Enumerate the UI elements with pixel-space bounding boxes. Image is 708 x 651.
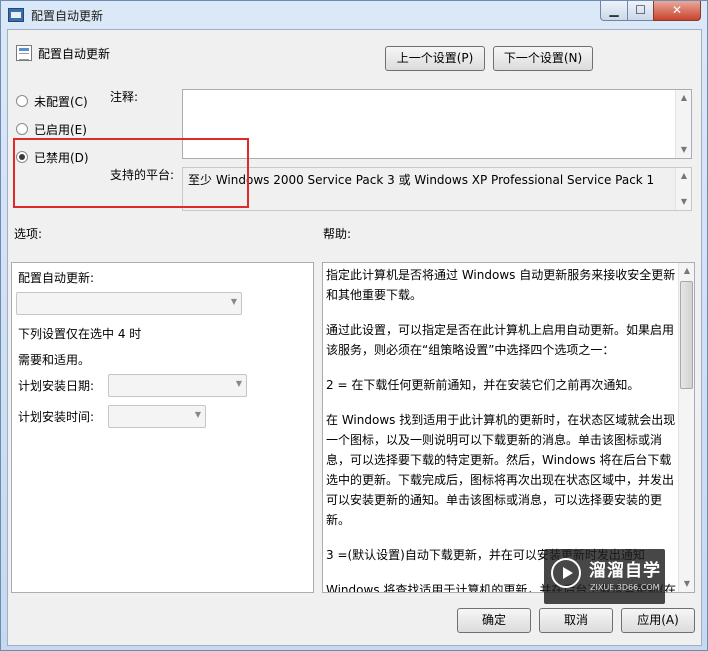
comment-textarea[interactable]: ▲ ▼: [182, 89, 692, 159]
apply-button[interactable]: 应用(A): [621, 608, 695, 633]
configure-updates-select[interactable]: ▼: [16, 292, 242, 315]
platform-field: 至少 Windows 2000 Service Pack 3 或 Windows…: [182, 167, 692, 211]
policy-setting-icon: [16, 45, 32, 61]
chevron-down-icon: ▼: [235, 379, 242, 388]
scroll-down-icon[interactable]: ▼: [679, 576, 694, 592]
radio-not-configured-dot[interactable]: [16, 95, 28, 107]
comment-label: 注释:: [110, 90, 139, 104]
schedule-day-label: 计划安装日期:: [18, 379, 95, 393]
schedule-day-select[interactable]: ▼: [108, 374, 247, 397]
dialog-window: 配置自动更新 ▁ ☐ ✕ 配置自动更新 上一个设置(P) 下一个设置(N) 未配…: [0, 0, 708, 651]
minimize-button[interactable]: ▁: [600, 1, 628, 21]
radio-disabled-dot[interactable]: [16, 151, 28, 163]
radio-not-configured[interactable]: 未配置(C): [16, 93, 106, 109]
help-text: 指定此计算机是否将通过 Windows 自动更新服务来接收安全更新和其他重要下载…: [326, 265, 679, 592]
help-paragraph: 通过此设置，可以指定是否在此计算机上启用自动更新。如果启用该服务，则必须在“组策…: [326, 323, 675, 357]
comment-scrollbar[interactable]: ▲ ▼: [675, 90, 691, 158]
scroll-down-icon[interactable]: ▼: [676, 142, 692, 158]
help-panel: 指定此计算机是否将通过 Windows 自动更新服务来接收安全更新和其他重要下载…: [322, 262, 695, 593]
next-setting-button[interactable]: 下一个设置(N): [493, 46, 593, 71]
scroll-up-icon[interactable]: ▲: [676, 90, 692, 106]
platform-label: 支持的平台:: [110, 168, 175, 182]
radio-enabled-dot[interactable]: [16, 123, 28, 135]
scroll-down-icon[interactable]: ▼: [676, 194, 692, 210]
platform-scrollbar[interactable]: ▲ ▼: [675, 168, 691, 210]
maximize-button[interactable]: ☐: [627, 1, 654, 21]
ok-button[interactable]: 确定: [457, 608, 531, 633]
play-logo-icon: [551, 558, 581, 588]
help-paragraph: 2 = 在下载任何更新前通知，并在安装它们之前再次通知。: [326, 378, 640, 392]
title-bar: 配置自动更新 ▁ ☐ ✕: [1, 1, 707, 29]
radio-enabled-label: 已启用(E): [34, 123, 87, 137]
close-button[interactable]: ✕: [653, 1, 701, 21]
radio-disabled[interactable]: 已禁用(D): [16, 149, 106, 165]
scroll-up-icon[interactable]: ▲: [679, 263, 694, 279]
configure-updates-label: 配置自动更新:: [18, 271, 95, 285]
radio-not-configured-label: 未配置(C): [34, 95, 88, 109]
help-scroll-thumb[interactable]: [680, 281, 693, 389]
group-policy-icon: [8, 8, 24, 22]
radio-disabled-label: 已禁用(D): [34, 151, 89, 165]
options-panel: 配置自动更新: ▼ 下列设置仅在选中 4 时 需要和适用。 计划安装日期: ▼ …: [11, 262, 314, 593]
help-paragraph: 在 Windows 找到适用于此计算机的更新时，在状态区域就会出现一个图标，以及…: [326, 413, 676, 527]
scroll-up-icon[interactable]: ▲: [676, 168, 692, 184]
chevron-down-icon: ▼: [230, 297, 237, 306]
options-label: 选项:: [14, 227, 43, 241]
policy-name: 配置自动更新: [38, 47, 111, 61]
help-paragraph: 指定此计算机是否将通过 Windows 自动更新服务来接收安全更新和其他重要下载…: [326, 268, 676, 302]
previous-setting-button[interactable]: 上一个设置(P): [385, 46, 485, 71]
window-title: 配置自动更新: [31, 9, 104, 23]
schedule-time-select[interactable]: ▼: [108, 405, 206, 428]
help-label: 帮助:: [323, 227, 352, 241]
watermark: 溜溜自学 ZIXUE.3D66.COM: [544, 549, 665, 604]
options-note-line1: 下列设置仅在选中 4 时: [18, 327, 142, 341]
radio-enabled[interactable]: 已启用(E): [16, 121, 106, 137]
options-note-line2: 需要和适用。: [18, 353, 91, 367]
schedule-time-label: 计划安装时间:: [18, 410, 95, 424]
watermark-sub-text: ZIXUE.3D66.COM: [590, 583, 660, 592]
chevron-down-icon: ▼: [194, 410, 201, 419]
platform-value: 至少 Windows 2000 Service Pack 3 或 Windows…: [188, 173, 655, 187]
cancel-button[interactable]: 取消: [539, 608, 613, 633]
watermark-main-text: 溜溜自学: [589, 561, 661, 581]
help-scrollbar[interactable]: ▲ ▼: [678, 263, 694, 592]
